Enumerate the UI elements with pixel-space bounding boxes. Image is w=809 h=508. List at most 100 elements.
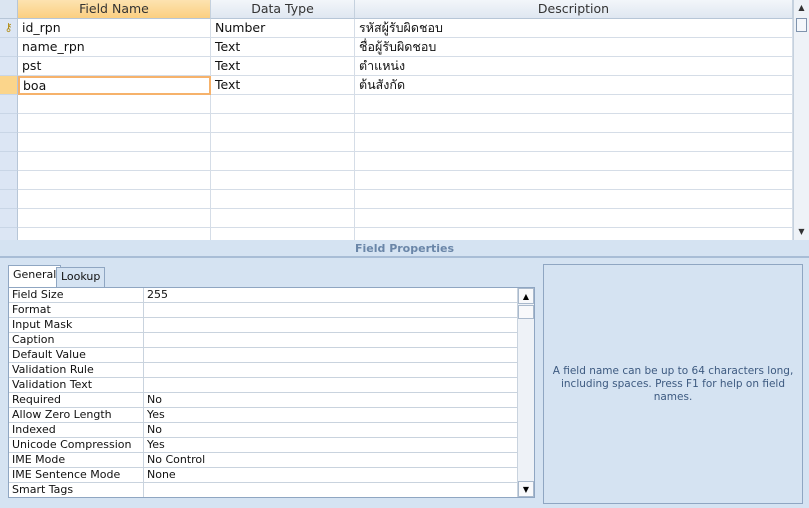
property-value[interactable] <box>144 378 517 393</box>
property-row[interactable]: Caption <box>9 333 517 348</box>
field-name-cell[interactable] <box>18 228 211 240</box>
description-cell[interactable] <box>355 95 793 114</box>
data-type-cell[interactable] <box>211 133 355 152</box>
row-selector[interactable]: ⚷ <box>0 19 18 38</box>
data-type-cell[interactable] <box>211 190 355 209</box>
field-name-cell[interactable]: name_rpn <box>18 38 211 57</box>
field-name-cell[interactable] <box>18 171 211 190</box>
property-value[interactable] <box>144 303 517 318</box>
field-row[interactable]: boa Text ต้นสังกัด <box>0 76 793 95</box>
scroll-down-icon[interactable]: ▼ <box>794 224 809 240</box>
description-cell[interactable] <box>355 114 793 133</box>
property-value[interactable]: 255 <box>144 288 517 303</box>
property-value[interactable]: No Control <box>144 453 517 468</box>
grid-vertical-scrollbar[interactable]: ▲ ▼ <box>793 0 809 240</box>
empty-field-row[interactable] <box>0 133 793 152</box>
property-row[interactable]: Allow Zero Length Yes <box>9 408 517 423</box>
property-value[interactable] <box>144 348 517 363</box>
property-row[interactable]: Default Value <box>9 348 517 363</box>
property-row[interactable]: Validation Rule <box>9 363 517 378</box>
row-selector[interactable] <box>0 133 18 152</box>
field-name-cell[interactable] <box>18 114 211 133</box>
scroll-up-icon[interactable]: ▲ <box>518 288 534 304</box>
empty-field-row[interactable] <box>0 209 793 228</box>
row-selector[interactable] <box>0 95 18 114</box>
description-cell[interactable]: ชื่อผู้รับผิดชอบ <box>355 38 793 57</box>
data-type-cell[interactable]: Text <box>211 57 355 76</box>
property-row[interactable]: Required No <box>9 393 517 408</box>
description-cell[interactable] <box>355 190 793 209</box>
row-selector[interactable] <box>0 209 18 228</box>
tab-lookup[interactable]: Lookup <box>56 267 106 287</box>
field-name-cell[interactable] <box>18 133 211 152</box>
row-selector[interactable] <box>0 76 18 95</box>
scroll-thumb[interactable] <box>518 305 534 319</box>
property-value[interactable] <box>144 483 517 497</box>
description-cell[interactable]: รหัสผู้รับผิดชอบ <box>355 19 793 38</box>
select-all-corner[interactable] <box>0 0 18 19</box>
property-row[interactable]: Unicode Compression Yes <box>9 438 517 453</box>
property-value[interactable] <box>144 363 517 378</box>
field-row[interactable]: name_rpn Text ชื่อผู้รับผิดชอบ <box>0 38 793 57</box>
empty-field-row[interactable] <box>0 95 793 114</box>
row-selector[interactable] <box>0 190 18 209</box>
column-header-description[interactable]: Description <box>355 0 793 19</box>
row-selector[interactable] <box>0 152 18 171</box>
scroll-up-icon[interactable]: ▲ <box>794 0 809 16</box>
description-cell[interactable]: ตำแหน่ง <box>355 57 793 76</box>
row-selector[interactable] <box>0 38 18 57</box>
field-name-cell[interactable]: boa <box>18 76 211 95</box>
description-cell[interactable] <box>355 171 793 190</box>
property-value[interactable]: No <box>144 393 517 408</box>
description-cell[interactable] <box>355 152 793 171</box>
property-value[interactable] <box>144 333 517 348</box>
row-selector[interactable] <box>0 171 18 190</box>
data-type-cell[interactable] <box>211 228 355 240</box>
property-value[interactable]: Yes <box>144 438 517 453</box>
property-row[interactable]: Validation Text <box>9 378 517 393</box>
field-row[interactable]: pst Text ตำแหน่ง <box>0 57 793 76</box>
data-type-cell[interactable]: Number <box>211 19 355 38</box>
property-value[interactable]: Yes <box>144 408 517 423</box>
property-row[interactable]: Input Mask <box>9 318 517 333</box>
properties-scrollbar[interactable]: ▲ ▼ <box>517 288 534 497</box>
property-row[interactable]: Indexed No <box>9 423 517 438</box>
data-type-cell[interactable] <box>211 114 355 133</box>
row-selector[interactable] <box>0 114 18 133</box>
data-type-cell[interactable] <box>211 209 355 228</box>
field-name-cell[interactable] <box>18 209 211 228</box>
property-row[interactable]: IME Mode No Control <box>9 453 517 468</box>
property-value[interactable] <box>144 318 517 333</box>
field-name-cell[interactable] <box>18 190 211 209</box>
row-selector[interactable] <box>0 57 18 76</box>
property-value[interactable]: None <box>144 468 517 483</box>
row-selector[interactable] <box>0 228 18 240</box>
description-cell[interactable] <box>355 209 793 228</box>
empty-field-row[interactable] <box>0 114 793 133</box>
description-cell[interactable]: ต้นสังกัด <box>355 76 793 95</box>
property-row[interactable]: Field Size 255 <box>9 288 517 303</box>
tab-general[interactable]: General <box>8 265 62 288</box>
property-row[interactable]: Format <box>9 303 517 318</box>
empty-field-row[interactable] <box>0 152 793 171</box>
description-cell[interactable] <box>355 228 793 240</box>
data-type-cell[interactable] <box>211 95 355 114</box>
property-row[interactable]: IME Sentence Mode None <box>9 468 517 483</box>
field-name-cell[interactable]: pst <box>18 57 211 76</box>
scroll-thumb[interactable] <box>796 18 807 32</box>
field-row[interactable]: ⚷ id_rpn Number รหัสผู้รับผิดชอบ <box>0 19 793 38</box>
field-name-cell[interactable] <box>18 152 211 171</box>
field-name-cell[interactable]: id_rpn <box>18 19 211 38</box>
scroll-down-icon[interactable]: ▼ <box>518 481 534 497</box>
data-type-cell[interactable]: Text <box>211 76 355 95</box>
field-name-cell[interactable] <box>18 95 211 114</box>
property-row[interactable]: Smart Tags <box>9 483 517 497</box>
property-value[interactable]: No <box>144 423 517 438</box>
empty-field-row[interactable] <box>0 190 793 209</box>
empty-field-row[interactable] <box>0 228 793 240</box>
empty-field-row[interactable] <box>0 171 793 190</box>
column-header-data-type[interactable]: Data Type <box>211 0 355 19</box>
data-type-cell[interactable]: Text <box>211 38 355 57</box>
description-cell[interactable] <box>355 133 793 152</box>
data-type-cell[interactable] <box>211 171 355 190</box>
